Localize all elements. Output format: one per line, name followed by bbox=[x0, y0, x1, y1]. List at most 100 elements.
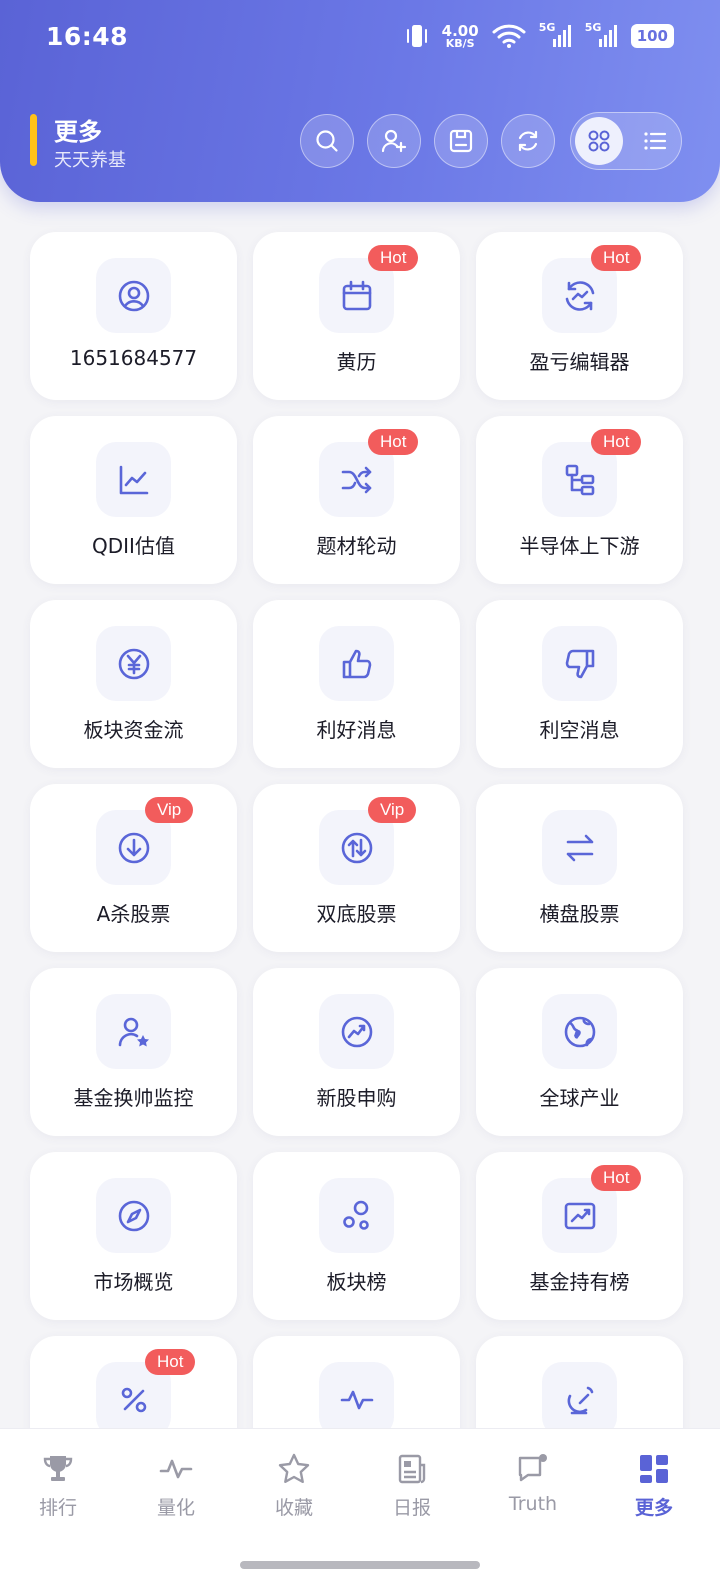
refresh-icon bbox=[518, 130, 538, 152]
feature-label: 全球产业 bbox=[539, 1086, 620, 1110]
add-user-button[interactable] bbox=[367, 114, 421, 168]
title-accent-bar bbox=[30, 114, 37, 166]
yen-icon bbox=[96, 626, 171, 701]
nav-label: 收藏 bbox=[274, 1497, 313, 1519]
compass-icon bbox=[96, 1178, 171, 1253]
feature-label: 半导体上下游 bbox=[519, 534, 640, 558]
feature-card[interactable]: 新股申购 bbox=[253, 968, 460, 1136]
thumbs-down-icon bbox=[542, 626, 617, 701]
feature-card[interactable]: 半导体上下游 Hot bbox=[476, 416, 683, 584]
vibrate-icon bbox=[406, 25, 427, 47]
hot-badge: Hot bbox=[591, 429, 642, 455]
list-view-icon bbox=[644, 132, 667, 150]
wifi-icon bbox=[492, 24, 526, 48]
hot-badge: Hot bbox=[591, 1165, 642, 1191]
pulse-icon bbox=[319, 1362, 394, 1430]
globe-icon bbox=[542, 994, 617, 1069]
feature-label: 黄历 bbox=[336, 350, 377, 374]
nav-item[interactable]: 更多 bbox=[604, 1451, 704, 1520]
feature-label: 横盘股票 bbox=[539, 902, 620, 926]
feature-card[interactable]: 利好消息 bbox=[253, 600, 460, 768]
nav-item[interactable]: 日报 bbox=[362, 1451, 462, 1520]
search-icon bbox=[316, 130, 338, 152]
feature-label: QDII估值 bbox=[92, 534, 175, 558]
feature-label: 利空消息 bbox=[539, 718, 620, 742]
bubbles-icon bbox=[319, 1178, 394, 1253]
feature-card[interactable]: 盈亏编辑器 Hot bbox=[476, 232, 683, 400]
nav-label: 排行 bbox=[38, 1497, 77, 1519]
line-chart-icon bbox=[96, 442, 171, 517]
feature-label: 板块资金流 bbox=[83, 718, 184, 742]
feature-card[interactable] bbox=[253, 1336, 460, 1430]
feature-card[interactable]: 基金换帅监控 bbox=[30, 968, 237, 1136]
list-view-button[interactable] bbox=[633, 117, 677, 165]
page-subtitle: 天天养基 bbox=[54, 150, 126, 171]
page-title: 更多 bbox=[54, 118, 102, 146]
feature-label: 利好消息 bbox=[316, 718, 397, 742]
feature-card[interactable]: QDII估值 bbox=[30, 416, 237, 584]
dashboard-icon bbox=[604, 1451, 704, 1487]
signal-1: 5G bbox=[539, 21, 573, 49]
feature-card[interactable]: 1651684577 bbox=[30, 232, 237, 400]
nav-item[interactable]: 量化 bbox=[126, 1451, 226, 1520]
feature-label: 市场概览 bbox=[93, 1270, 174, 1294]
feature-label: A杀股票 bbox=[96, 902, 171, 926]
feature-card[interactable] bbox=[476, 1336, 683, 1430]
feature-card[interactable]: 板块榜 bbox=[253, 1152, 460, 1320]
save-button[interactable] bbox=[434, 114, 488, 168]
user-star-icon bbox=[96, 994, 171, 1069]
search-button[interactable] bbox=[300, 114, 354, 168]
feature-card[interactable]: 市场概览 bbox=[30, 1152, 237, 1320]
battery-indicator: 100 bbox=[630, 24, 674, 48]
feature-grid: 1651684577 黄历 Hot 盈亏编辑器 Hot QDII估值 题材轮动 Hot 半导体上… bbox=[0, 0, 720, 1430]
feature-label: 题材轮动 bbox=[316, 534, 397, 558]
feature-label: 基金持有榜 bbox=[529, 1270, 630, 1294]
nav-label: 更多 bbox=[634, 1497, 673, 1519]
user-circle-icon bbox=[96, 258, 171, 333]
feature-label: 1651684577 bbox=[69, 346, 198, 370]
view-mode-toggle bbox=[570, 112, 682, 170]
pulse-line-icon bbox=[126, 1451, 226, 1487]
trend-circle-icon bbox=[319, 994, 394, 1069]
feature-label: 新股申购 bbox=[316, 1086, 397, 1110]
hot-badge: Hot bbox=[145, 1349, 196, 1375]
add-user-icon bbox=[381, 129, 407, 153]
refresh-button[interactable] bbox=[501, 114, 555, 168]
feature-card[interactable]: 全球产业 bbox=[476, 968, 683, 1136]
nav-item[interactable]: 排行 bbox=[8, 1451, 108, 1520]
swap-arrows-icon bbox=[542, 810, 617, 885]
home-indicator[interactable] bbox=[240, 1561, 480, 1569]
nav-item[interactable]: 收藏 bbox=[244, 1451, 344, 1520]
feature-label: 板块榜 bbox=[326, 1270, 387, 1294]
feature-card[interactable]: 基金持有榜 Hot bbox=[476, 1152, 683, 1320]
hot-badge: Hot bbox=[368, 245, 419, 271]
app-header: 16:48 4.00 KB/S 5G 5G 100 更多 天天养基 bbox=[0, 0, 720, 202]
status-icons: 4.00 KB/S 5G 5G 100 bbox=[404, 21, 674, 50]
feature-label: 双底股票 bbox=[316, 902, 397, 926]
feature-card[interactable]: 板块资金流 bbox=[30, 600, 237, 768]
grid-view-icon bbox=[588, 130, 610, 152]
net-speed: 4.00 KB/S bbox=[441, 21, 479, 50]
nav-label: 日报 bbox=[392, 1497, 431, 1519]
feature-label: 基金换帅监控 bbox=[73, 1086, 194, 1110]
status-bar: 16:48 4.00 KB/S 5G 5G 100 bbox=[0, 0, 720, 80]
nav-label: Truth bbox=[508, 1493, 558, 1515]
chat-dot-icon bbox=[483, 1451, 583, 1487]
star-icon bbox=[244, 1451, 344, 1487]
nav-item[interactable]: Truth bbox=[483, 1451, 583, 1515]
signal-2: 5G bbox=[585, 21, 619, 49]
feature-card[interactable]: 黄历 Hot bbox=[253, 232, 460, 400]
hot-badge: Hot bbox=[368, 429, 419, 455]
feature-card[interactable]: 利空消息 bbox=[476, 600, 683, 768]
vip-badge: Vip bbox=[145, 797, 194, 823]
grid-view-button[interactable] bbox=[575, 117, 623, 165]
feature-card[interactable]: A杀股票 Vip bbox=[30, 784, 237, 952]
feature-card[interactable]: 题材轮动 Hot bbox=[253, 416, 460, 584]
newspaper-icon bbox=[362, 1451, 462, 1487]
feature-card[interactable]: 横盘股票 bbox=[476, 784, 683, 952]
feature-card[interactable]: Hot bbox=[30, 1336, 237, 1430]
feature-card[interactable]: 双底股票 Vip bbox=[253, 784, 460, 952]
nav-label: 量化 bbox=[156, 1497, 195, 1519]
dish-icon bbox=[542, 1362, 617, 1430]
thumbs-up-icon bbox=[319, 626, 394, 701]
